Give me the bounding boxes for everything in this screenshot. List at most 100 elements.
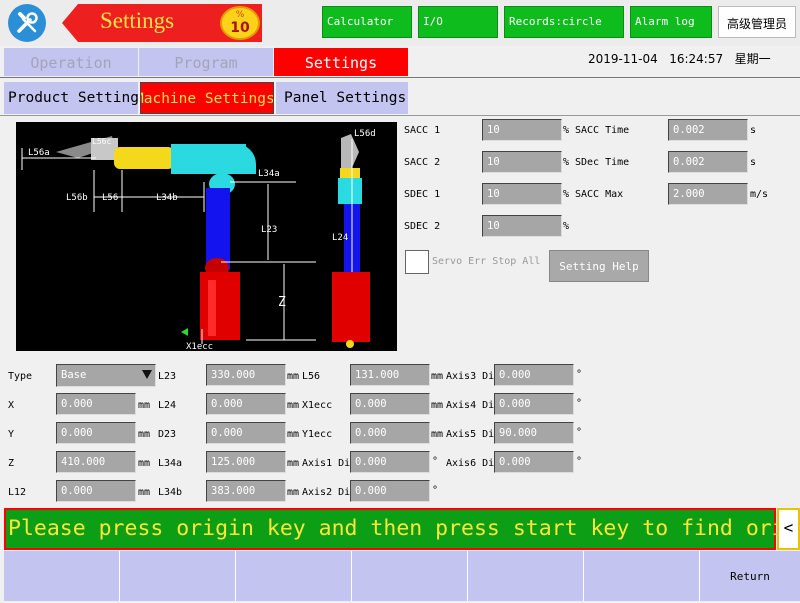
sacc-max-label: SACC Max xyxy=(575,189,624,200)
type-select[interactable]: Base xyxy=(56,364,156,387)
axis5-dir-label: Axis5 Di xyxy=(446,429,495,440)
weekday-text: 星期一 xyxy=(734,52,771,66)
records-button[interactable]: Records:circle xyxy=(504,6,624,38)
x-unit: mm xyxy=(138,400,151,411)
axis6-dir-field[interactable]: 0.000 xyxy=(494,451,574,473)
y-unit: mm xyxy=(138,429,151,440)
sacc-max-field[interactable]: 2.000 xyxy=(668,183,748,205)
sacc1-field[interactable]: 10 xyxy=(482,119,562,141)
time-text: 16:24:57 xyxy=(669,52,724,66)
sacc2-field[interactable]: 10 xyxy=(482,151,562,173)
function-button-2[interactable] xyxy=(120,551,236,601)
user-button[interactable]: 高级管理员 xyxy=(718,6,796,38)
l56-unit: mm xyxy=(431,371,444,382)
l12-label: L12 xyxy=(8,487,27,498)
z-label: Z xyxy=(8,458,15,469)
type-label: Type xyxy=(8,371,33,382)
sacc1-label: SACC 1 xyxy=(404,125,441,136)
label-l56: L56 xyxy=(102,193,118,203)
sacc1-unit: % xyxy=(563,125,570,136)
l56-label: L56 xyxy=(302,371,321,382)
z-field[interactable]: 410.000 xyxy=(56,451,136,473)
axis2-dir-label: Axis2 Di xyxy=(302,487,351,498)
axis2-dir-field[interactable]: 0.000 xyxy=(350,480,430,502)
l34b-unit: mm xyxy=(287,487,300,498)
axis3-dir-field[interactable]: 0.000 xyxy=(494,364,574,386)
servo-err-stop-checkbox[interactable] xyxy=(405,250,429,274)
y-field[interactable]: 0.000 xyxy=(56,422,136,444)
label-l56d: L56d xyxy=(354,129,376,139)
l56-field[interactable]: 131.000 xyxy=(350,364,430,386)
axis1-dir-field[interactable]: 0.000 xyxy=(350,451,430,473)
l34b-field[interactable]: 383.000 xyxy=(206,480,286,502)
function-button-5[interactable] xyxy=(468,551,584,601)
l24-label: L24 xyxy=(158,400,177,411)
subtab-panel-settings[interactable]: Panel Settings xyxy=(276,82,408,114)
function-button-3[interactable] xyxy=(236,551,352,601)
l12-field[interactable]: 0.000 xyxy=(56,480,136,502)
function-button-6[interactable] xyxy=(584,551,700,601)
sdec-time-field[interactable]: 0.002 xyxy=(668,151,748,173)
sacc-time-unit: s xyxy=(750,125,757,136)
axis4-dir-label: Axis4 Di xyxy=(446,400,495,411)
return-button[interactable]: Return xyxy=(700,551,800,601)
axis4-dir-field[interactable]: 0.000 xyxy=(494,393,574,415)
l24-field[interactable]: 0.000 xyxy=(206,393,286,415)
tab-settings[interactable]: Settings xyxy=(274,48,408,76)
d23-field[interactable]: 0.000 xyxy=(206,422,286,444)
sdec-time-label: SDec Time xyxy=(575,157,630,168)
alarm-log-button[interactable]: Alarm log xyxy=(630,6,712,38)
l34a-field[interactable]: 125.000 xyxy=(206,451,286,473)
d23-label: D23 xyxy=(158,429,177,440)
page-title: Settings xyxy=(100,8,175,33)
wrist-link xyxy=(114,147,174,169)
base-column xyxy=(200,272,240,340)
axis2-dir-unit: ° xyxy=(432,485,439,496)
sacc2-unit: % xyxy=(563,157,570,168)
servo-err-stop-label: Servo Err Stop All xyxy=(432,256,541,267)
elbow-joint xyxy=(224,144,256,174)
z-unit: mm xyxy=(138,458,151,469)
l23-field[interactable]: 330.000 xyxy=(206,364,286,386)
x-field[interactable]: 0.000 xyxy=(56,393,136,415)
tools-icon[interactable] xyxy=(8,4,46,42)
axis5-dir-field[interactable]: 90.000 xyxy=(494,422,574,444)
function-button-1[interactable] xyxy=(4,551,120,601)
alarm-count-badge[interactable]: % 10 xyxy=(220,6,260,40)
sacc-max-unit: m/s xyxy=(750,189,769,200)
side-forearm xyxy=(338,178,362,204)
l12-unit: mm xyxy=(138,487,151,498)
wrench-screwdriver-icon xyxy=(17,12,38,33)
l34a-label: L34a xyxy=(158,458,183,469)
function-button-4[interactable] xyxy=(352,551,468,601)
side-tool xyxy=(341,134,359,170)
axis6-dir-unit: ° xyxy=(576,456,583,467)
axis1-dir-unit: ° xyxy=(432,456,439,467)
setting-help-button[interactable]: Setting Help xyxy=(549,250,649,282)
x1ecc-unit: mm xyxy=(431,400,444,411)
l23-unit: mm xyxy=(287,371,300,382)
sacc-time-field[interactable]: 0.002 xyxy=(668,119,748,141)
y-label: Y xyxy=(8,429,15,440)
sacc-time-label: SACC Time xyxy=(575,125,630,136)
sdec2-field[interactable]: 10 xyxy=(482,215,562,237)
datetime: 2019-11-04 16:24:57 星期一 xyxy=(588,50,771,67)
tab-program[interactable]: Program xyxy=(139,48,273,76)
l24-unit: mm xyxy=(287,400,300,411)
y1ecc-field[interactable]: 0.000 xyxy=(350,422,430,444)
subtab-product-settings[interactable]: Product Settings xyxy=(4,82,138,114)
sdec1-field[interactable]: 10 xyxy=(482,183,562,205)
sdec-time-unit: s xyxy=(750,157,757,168)
calculator-button[interactable]: Calculator xyxy=(322,6,412,38)
y1ecc-unit: mm xyxy=(431,429,444,440)
x1ecc-field[interactable]: 0.000 xyxy=(350,393,430,415)
label-l34a: L34a xyxy=(258,169,280,179)
sdec2-unit: % xyxy=(563,221,570,232)
label-l56a: L56a xyxy=(28,148,50,158)
y1ecc-label: Y1ecc xyxy=(302,429,333,440)
subtab-machine-settings[interactable]: Machine Settings xyxy=(140,82,274,114)
tab-operation[interactable]: Operation xyxy=(4,48,138,76)
io-button[interactable]: I/O xyxy=(418,6,498,38)
l34a-unit: mm xyxy=(287,458,300,469)
message-prev-button[interactable]: < xyxy=(777,508,800,550)
